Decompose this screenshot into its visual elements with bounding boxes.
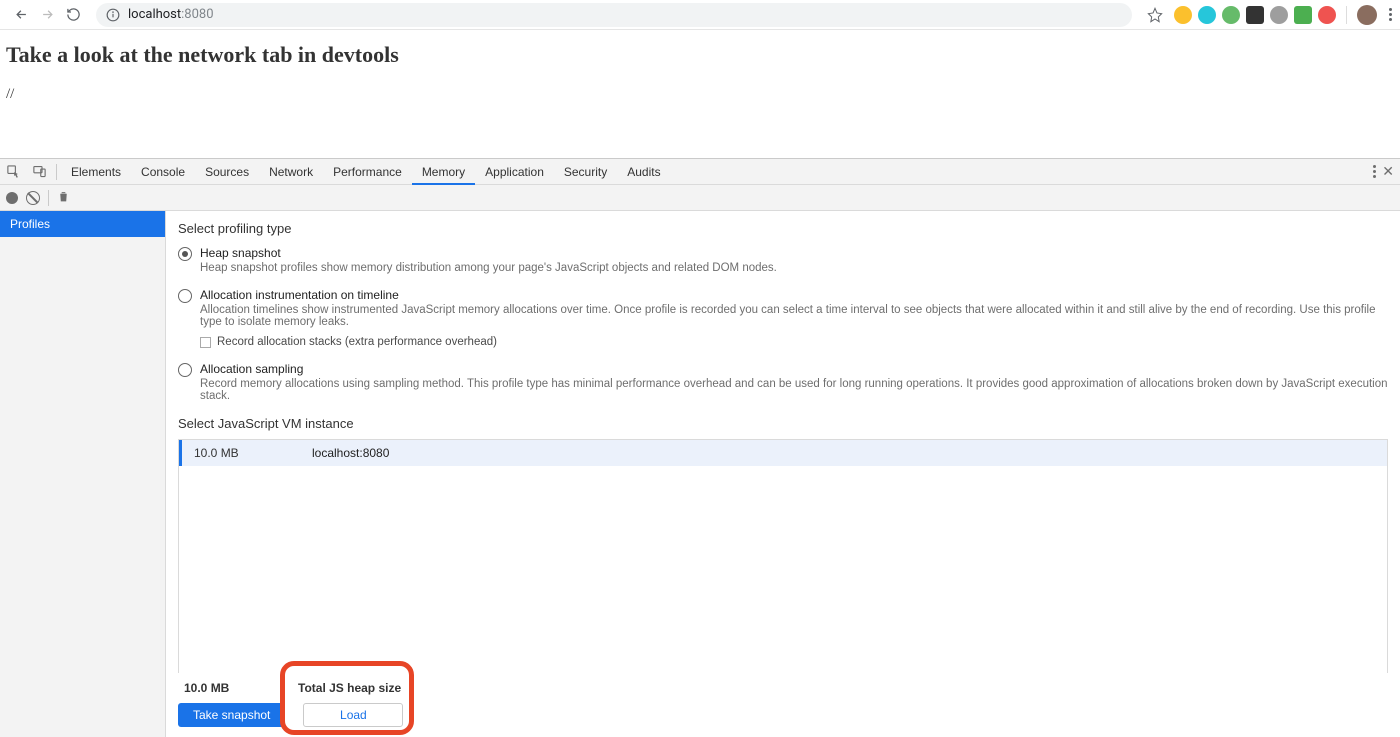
devtools-tab-bar: ElementsConsoleSourcesNetworkPerformance…	[0, 159, 1400, 185]
memory-footer: 10.0 MB Total JS heap size Take snapshot…	[166, 673, 1400, 737]
memory-toolbar	[0, 185, 1400, 211]
devtools-close-icon[interactable]: ✕	[1382, 163, 1394, 180]
record-icon[interactable]	[6, 192, 18, 204]
devtools-tab-elements[interactable]: Elements	[61, 159, 131, 185]
option-title: Allocation instrumentation on timeline	[200, 288, 1388, 302]
devtools-tab-memory[interactable]: Memory	[412, 159, 475, 185]
profile-avatar[interactable]	[1357, 5, 1377, 25]
browser-toolbar: localhost:8080	[0, 0, 1400, 30]
checkbox-record-stacks[interactable]	[200, 337, 211, 348]
option-desc: Heap snapshot profiles show memory distr…	[200, 262, 1388, 274]
collect-garbage-icon[interactable]	[57, 190, 70, 206]
suboption-label: Record allocation stacks (extra performa…	[217, 336, 497, 348]
option-title: Heap snapshot	[200, 246, 1388, 260]
take-snapshot-button[interactable]: Take snapshot	[178, 703, 285, 727]
reload-icon[interactable]	[60, 2, 86, 28]
vm-instance-list: 10.0 MB localhost:8080	[178, 439, 1388, 673]
chrome-menu-icon[interactable]	[1389, 8, 1392, 21]
separator	[48, 190, 49, 206]
sidebar-tab-profiles[interactable]: Profiles	[0, 211, 165, 237]
option-title: Allocation sampling	[200, 362, 1388, 376]
url-text: localhost:8080	[128, 7, 214, 22]
devtools-tab-performance[interactable]: Performance	[323, 159, 412, 185]
site-info-icon[interactable]	[106, 8, 120, 22]
radio-allocation-timeline[interactable]	[178, 289, 192, 303]
devtools-tab-console[interactable]: Console	[131, 159, 195, 185]
clear-icon[interactable]	[26, 191, 40, 205]
extension-icon[interactable]	[1318, 6, 1336, 24]
memory-main-panel: Select profiling type Heap snapshot Heap…	[166, 211, 1400, 737]
extension-icon[interactable]	[1270, 6, 1288, 24]
address-bar[interactable]: localhost:8080	[96, 3, 1132, 27]
heap-size-value: 10.0 MB	[178, 681, 298, 695]
toggle-device-icon[interactable]	[26, 164, 52, 179]
profiling-option-heap-snapshot[interactable]: Heap snapshot Heap snapshot profiles sho…	[178, 246, 1388, 274]
devtools-tab-network[interactable]: Network	[259, 159, 323, 185]
extension-icon[interactable]	[1222, 6, 1240, 24]
page-body-text: //	[6, 86, 1394, 103]
heap-size-label: Total JS heap size	[298, 681, 401, 695]
load-button[interactable]: Load	[303, 703, 403, 727]
separator	[1346, 6, 1347, 24]
devtools-panel: ElementsConsoleSourcesNetworkPerformance…	[0, 158, 1400, 737]
devtools-tab-sources[interactable]: Sources	[195, 159, 259, 185]
radio-heap-snapshot[interactable]	[178, 247, 192, 261]
devtools-tab-security[interactable]: Security	[554, 159, 617, 185]
vm-instance-heading: Select JavaScript VM instance	[178, 416, 1388, 431]
option-desc: Allocation timelines show instrumented J…	[200, 304, 1388, 328]
extension-icon[interactable]	[1294, 6, 1312, 24]
devtools-tab-application[interactable]: Application	[475, 159, 554, 185]
page-content: Take a look at the network tab in devtoo…	[0, 30, 1400, 158]
vm-name: localhost:8080	[312, 446, 389, 460]
separator	[56, 164, 57, 180]
page-heading: Take a look at the network tab in devtoo…	[6, 42, 1394, 68]
extension-icon[interactable]	[1174, 6, 1192, 24]
devtools-menu-icon[interactable]	[1373, 165, 1376, 178]
extension-icon[interactable]	[1246, 6, 1264, 24]
devtools-tab-audits[interactable]: Audits	[617, 159, 670, 185]
nav-back-icon[interactable]	[8, 2, 34, 28]
inspect-element-icon[interactable]	[0, 164, 26, 179]
star-icon[interactable]	[1142, 2, 1168, 28]
option-desc: Record memory allocations using sampling…	[200, 378, 1388, 402]
extension-icon[interactable]	[1198, 6, 1216, 24]
radio-allocation-sampling[interactable]	[178, 363, 192, 377]
vm-mem: 10.0 MB	[182, 446, 312, 460]
profiling-option-allocation-timeline[interactable]: Allocation instrumentation on timeline A…	[178, 288, 1388, 348]
profiling-option-allocation-sampling[interactable]: Allocation sampling Record memory alloca…	[178, 362, 1388, 402]
profiling-type-heading: Select profiling type	[178, 221, 1388, 236]
toolbar-right	[1142, 2, 1392, 28]
suboption-record-stacks[interactable]: Record allocation stacks (extra performa…	[200, 336, 1388, 348]
memory-sidebar: Profiles	[0, 211, 166, 737]
nav-forward-icon[interactable]	[34, 2, 60, 28]
vm-instance-row[interactable]: 10.0 MB localhost:8080	[179, 440, 1387, 466]
